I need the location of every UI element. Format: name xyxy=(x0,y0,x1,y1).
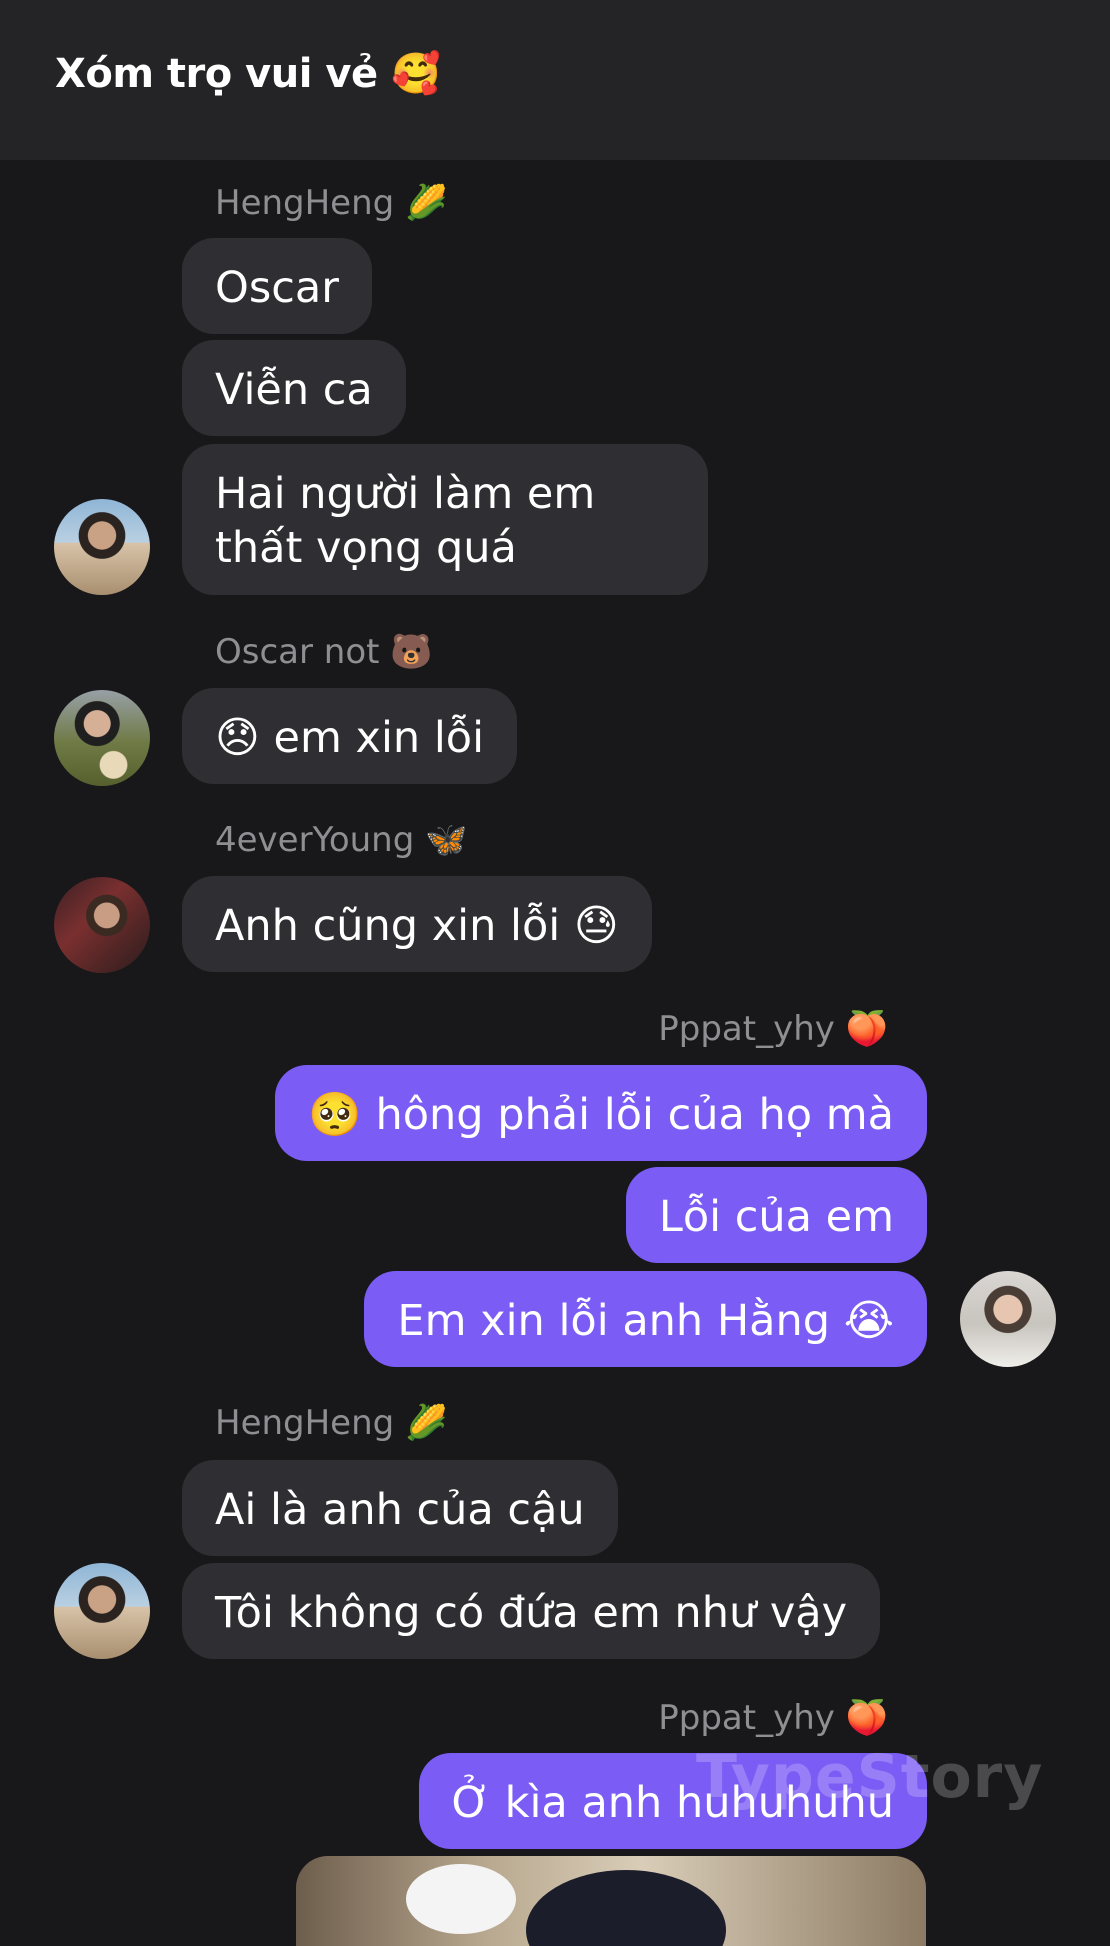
sender-name: Pppat_yhy 🍑 xyxy=(658,1009,888,1049)
sender-name: HengHeng 🌽 xyxy=(215,183,448,223)
photo-detail xyxy=(526,1870,726,1946)
avatar-oscar[interactable] xyxy=(54,690,150,786)
message-bubble[interactable]: Anh cũng xin lỗi 😓 xyxy=(182,876,652,972)
image-message[interactable] xyxy=(296,1856,926,1946)
message-bubble[interactable]: Hai người làm em thất vọng quá xyxy=(182,444,708,595)
avatar-henghengt[interactable] xyxy=(54,1563,150,1659)
avatar-henghengt[interactable] xyxy=(54,499,150,595)
message-bubble[interactable]: Em xin lỗi anh Hằng 😭 xyxy=(364,1271,927,1367)
sender-name: Oscar not 🐻 xyxy=(215,632,433,672)
message-bubble[interactable]: Ai là anh của cậu xyxy=(182,1460,618,1556)
sender-name: 4everYoung 🦋 xyxy=(215,820,468,860)
chat-header: Xóm trọ vui vẻ 🥰 xyxy=(0,0,1110,160)
message-bubble[interactable]: Tôi không có đứa em như vậy xyxy=(182,1563,881,1659)
photo-detail xyxy=(406,1864,516,1934)
message-bubble[interactable]: 🥺 hông phải lỗi của họ mà xyxy=(275,1065,927,1161)
message-bubble[interactable]: Viễn ca xyxy=(182,340,406,436)
avatar-pppat[interactable] xyxy=(960,1271,1056,1367)
sender-name: HengHeng 🌽 xyxy=(215,1403,448,1443)
watermark: TypeStory xyxy=(696,1742,1044,1812)
group-title[interactable]: Xóm trọ vui vẻ 🥰 xyxy=(55,50,441,97)
sender-name: Pppat_yhy 🍑 xyxy=(658,1698,888,1738)
message-bubble[interactable]: Lỗi của em xyxy=(625,1167,927,1263)
avatar-4everyoung[interactable] xyxy=(54,877,150,973)
message-bubble[interactable]: Oscar xyxy=(182,238,372,334)
message-bubble[interactable]: 😞 em xin lỗi xyxy=(182,688,518,784)
